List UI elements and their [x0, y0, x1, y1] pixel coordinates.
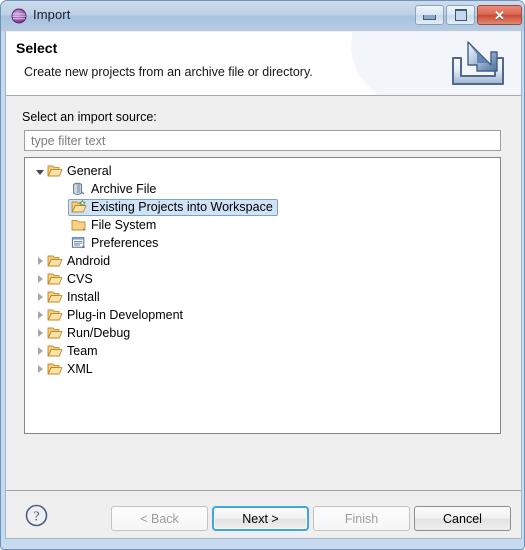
tree-item-content: Archive File: [70, 181, 156, 197]
import-arrow-icon: [447, 38, 509, 90]
open-folder-icon: [46, 307, 64, 323]
page-description: Create new projects from an archive file…: [24, 65, 313, 79]
chevron-right-icon[interactable]: [33, 342, 46, 360]
tree-item-preferences[interactable]: Preferences: [25, 234, 500, 252]
dialog-buttons: < Back Next > Finish Cancel: [111, 506, 511, 531]
tree-item-content: Install: [46, 289, 100, 305]
open-folder-icon: [46, 325, 64, 341]
chevron-right-icon[interactable]: [33, 306, 46, 324]
tree-item-label: Run/Debug: [67, 326, 131, 340]
import-dialog-window: Import ✕ Select Create new projects from…: [0, 0, 525, 550]
tree-item-install[interactable]: Install: [25, 288, 500, 306]
open-folder-icon: [46, 361, 64, 377]
tree-item-content: General: [46, 163, 111, 179]
chevron-down-icon[interactable]: [33, 162, 46, 180]
tree-item-label: Archive File: [91, 182, 157, 196]
tree-item-label: CVS: [67, 272, 93, 286]
help-question-icon[interactable]: ?: [24, 503, 49, 528]
dialog-header: Select Create new projects from an archi…: [6, 32, 521, 96]
tree-item-content: CVS: [46, 271, 93, 287]
tree-list: General Archive File Existing Projects int…: [25, 158, 500, 378]
eclipse-globe-icon: [11, 8, 27, 24]
tree-item-general[interactable]: General: [25, 162, 500, 180]
tree-item-label: General: [67, 164, 112, 178]
next-button[interactable]: Next >: [212, 506, 309, 531]
window-title: Import: [33, 7, 71, 22]
tree-item-content: XML: [46, 361, 93, 377]
tree-item-label: Preferences: [91, 236, 159, 250]
tree-item-label: Install: [67, 290, 100, 304]
chevron-right-icon[interactable]: [33, 252, 46, 270]
open-folder-icon: [46, 163, 64, 179]
tree-item-label: File System: [91, 218, 157, 232]
minimize-button[interactable]: [415, 5, 444, 25]
maximize-button[interactable]: [446, 5, 475, 25]
title-bar[interactable]: Import ✕: [1, 1, 524, 31]
preferences-icon: [70, 235, 88, 251]
finish-button: Finish: [313, 506, 410, 531]
back-button: < Back: [111, 506, 208, 531]
folder-icon: [70, 217, 88, 233]
existing-projects-icon: [70, 199, 88, 215]
import-source-tree[interactable]: General Archive File Existing Projects int…: [24, 157, 501, 434]
archive-file-icon: [70, 181, 88, 197]
tree-item-run-debug[interactable]: Run/Debug: [25, 324, 500, 342]
tree-item-cvs[interactable]: CVS: [25, 270, 500, 288]
tree-item-label: Plug-in Development: [67, 308, 184, 322]
tree-item-content: Preferences: [70, 235, 158, 251]
open-folder-icon: [46, 271, 64, 287]
svg-text:?: ?: [33, 510, 39, 525]
tree-item-content: Android: [46, 253, 110, 269]
import-source-label: Select an import source:: [22, 110, 157, 124]
dialog-footer: ? < Back Next > Finish Cancel: [6, 490, 521, 538]
tree-item-label: Android: [67, 254, 111, 268]
tree-item-plug-in-development[interactable]: Plug-in Development: [25, 306, 500, 324]
chevron-right-icon[interactable]: [33, 360, 46, 378]
maximize-icon: [454, 9, 467, 21]
tree-item-label: Team: [67, 344, 98, 358]
tree-item-content: Run/Debug: [46, 325, 130, 341]
tree-item-team[interactable]: Team: [25, 342, 500, 360]
tree-item-content: File System: [70, 217, 156, 233]
filter-input[interactable]: [24, 130, 501, 151]
tree-item-label: XML: [67, 362, 93, 376]
tree-item-existing-projects-into-workspace[interactable]: Existing Projects into Workspace: [25, 198, 500, 216]
chevron-right-icon[interactable]: [33, 288, 46, 306]
selected-item: Existing Projects into Workspace: [68, 198, 278, 216]
open-folder-icon: [46, 253, 64, 269]
tree-item-archive-file[interactable]: Archive File: [25, 180, 500, 198]
minimize-icon: [423, 15, 436, 20]
open-folder-icon: [46, 289, 64, 305]
window-controls: ✕: [415, 5, 522, 25]
chevron-right-icon[interactable]: [33, 324, 46, 342]
tree-item-content: Team: [46, 343, 98, 359]
tree-item-label: Existing Projects into Workspace: [91, 200, 273, 214]
open-folder-icon: [46, 343, 64, 359]
chevron-right-icon[interactable]: [33, 270, 46, 288]
tree-item-android[interactable]: Android: [25, 252, 500, 270]
page-title: Select: [16, 40, 58, 56]
close-button[interactable]: ✕: [477, 5, 522, 25]
dialog-body: Select an import source: General Archive …: [6, 96, 521, 489]
cancel-button[interactable]: Cancel: [414, 506, 511, 531]
tree-item-file-system[interactable]: File System: [25, 216, 500, 234]
tree-item-xml[interactable]: XML: [25, 360, 500, 378]
close-icon: ✕: [494, 7, 505, 23]
tree-item-content: Plug-in Development: [46, 307, 183, 323]
